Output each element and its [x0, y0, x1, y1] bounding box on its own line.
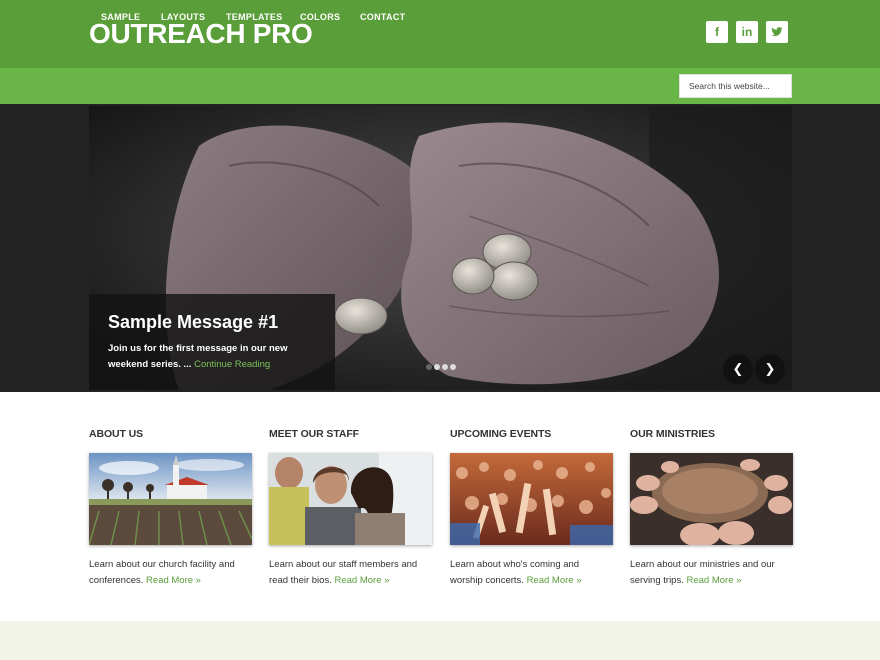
events-image[interactable] — [450, 453, 613, 545]
nav-item-templates[interactable]: TEMPLATES — [226, 12, 283, 22]
chevron-right-icon: ❯ — [764, 361, 776, 376]
feature-title[interactable]: UPCOMING EVENTS — [450, 428, 613, 440]
read-more-link[interactable]: Read More » — [527, 575, 582, 586]
nav-item-contact[interactable]: CONTACT — [360, 12, 405, 22]
twitter-icon[interactable] — [766, 21, 788, 43]
feature-text: Learn about our church facility and conf… — [89, 557, 252, 589]
feature-title[interactable]: OUR MINISTRIES — [630, 428, 793, 440]
linkedin-glyph: in — [741, 25, 753, 39]
read-more-link[interactable]: Read More » — [334, 575, 389, 586]
nav-item-sample[interactable]: SAMPLE — [101, 12, 140, 22]
slide-title[interactable]: Sample Message #1 — [108, 312, 278, 333]
slide-dot-3[interactable] — [442, 364, 448, 370]
read-more-link[interactable]: Read More » — [687, 575, 742, 586]
read-more-link[interactable]: Read More » — [146, 575, 201, 586]
feature-upcoming-events: UPCOMING EVENTS Learn about who's coming — [450, 428, 613, 586]
linkedin-icon[interactable]: in — [736, 21, 758, 43]
nav-item-layouts[interactable]: LAYOUTS — [161, 12, 205, 22]
staff-image[interactable] — [269, 453, 432, 545]
feature-text: Learn about our ministries and our servi… — [630, 557, 793, 589]
search-input[interactable]: Search this website... — [679, 74, 792, 98]
feature-text: Learn about our staff members and read t… — [269, 557, 432, 589]
slide-dot-2[interactable] — [434, 364, 440, 370]
twitter-bird-icon — [771, 27, 783, 37]
slide-dot-1[interactable] — [426, 364, 432, 370]
chevron-left-icon: ❮ — [732, 361, 744, 376]
continue-reading-link[interactable]: Continue Reading — [194, 359, 270, 370]
hero-slider[interactable]: Sample Message #1 Join us for the first … — [89, 106, 792, 390]
feature-title[interactable]: ABOUT US — [89, 428, 252, 440]
slider-next-button[interactable]: ❯ — [755, 354, 785, 384]
concert-crowd-photo — [450, 453, 613, 545]
feature-about-us: ABOUT US Learn about our church facility… — [89, 428, 252, 586]
feature-our-ministries: OUR MINISTRIES Learn about our ministrie… — [630, 428, 793, 586]
church-photo — [89, 453, 252, 545]
staff-photo — [269, 453, 432, 545]
feature-title[interactable]: MEET OUR STAFF — [269, 428, 432, 440]
site-title[interactable]: OUTREACH PRO — [89, 18, 313, 50]
hands-holding-bowl-photo — [630, 453, 793, 545]
facebook-icon[interactable]: f — [706, 21, 728, 43]
slide-dot-4[interactable] — [450, 364, 456, 370]
slider-prev-button[interactable]: ❮ — [723, 354, 753, 384]
slide-caption: Sample Message #1 Join us for the first … — [89, 294, 335, 390]
feature-meet-our-staff: MEET OUR STAFF Learn about our staff mem… — [269, 428, 432, 586]
ministries-image[interactable] — [630, 453, 793, 545]
church-image[interactable] — [89, 453, 252, 545]
slide-excerpt: Join us for the first message in our new… — [108, 341, 328, 373]
footer-band — [0, 621, 880, 660]
nav-item-colors[interactable]: COLORS — [300, 12, 340, 22]
facebook-glyph: f — [715, 25, 719, 39]
feature-text: Learn about who's coming and worship con… — [450, 557, 613, 589]
